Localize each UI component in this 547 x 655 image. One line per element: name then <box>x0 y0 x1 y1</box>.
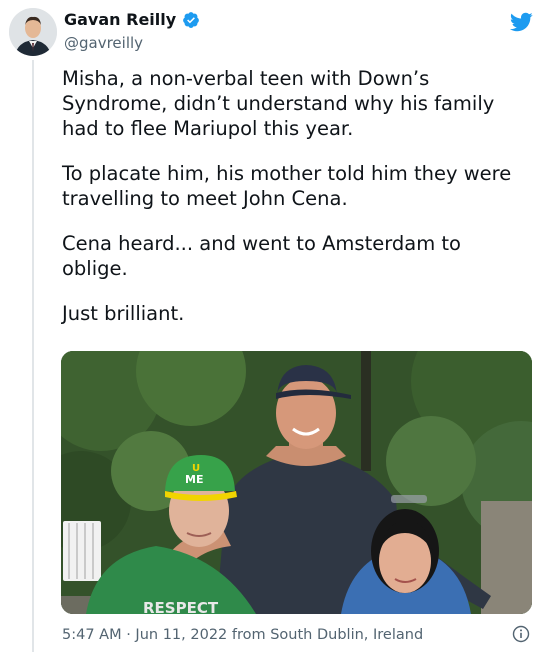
author-name-row: Gavan Reilly <box>64 10 200 30</box>
info-icon[interactable] <box>512 625 530 643</box>
tweet-card: Gavan Reilly @gavreilly Misha, a non-ver… <box>0 0 547 655</box>
tweet-paragraph-2: To placate him, his mother told him they… <box>62 162 512 210</box>
shirt-text: RESPECT <box>143 599 219 614</box>
author-block: Gavan Reilly @gavreilly <box>64 10 200 53</box>
thread-line <box>32 60 34 652</box>
author-handle[interactable]: @gavreilly <box>64 33 200 53</box>
tweet-text: Misha, a non-verbal teen with Down’s Syn… <box>62 66 532 346</box>
tweet-paragraph-1: Misha, a non-verbal teen with Down’s Syn… <box>62 67 495 140</box>
tweet-photo[interactable]: RESPECT U ME <box>61 351 532 614</box>
tweet-paragraph-3: Cena heard... and went to Amsterdam to o… <box>62 232 461 280</box>
author-name[interactable]: Gavan Reilly <box>64 10 176 30</box>
author-avatar[interactable] <box>9 8 57 56</box>
cap-text-bottom: ME <box>185 473 203 486</box>
twitter-bird-icon[interactable] <box>509 10 533 34</box>
tweet-paragraph-4: Just brilliant. <box>62 302 185 325</box>
verified-badge-icon <box>182 11 200 29</box>
tweet-timestamp[interactable]: 5:47 AM · Jun 11, 2022 from South Dublin… <box>62 626 423 644</box>
